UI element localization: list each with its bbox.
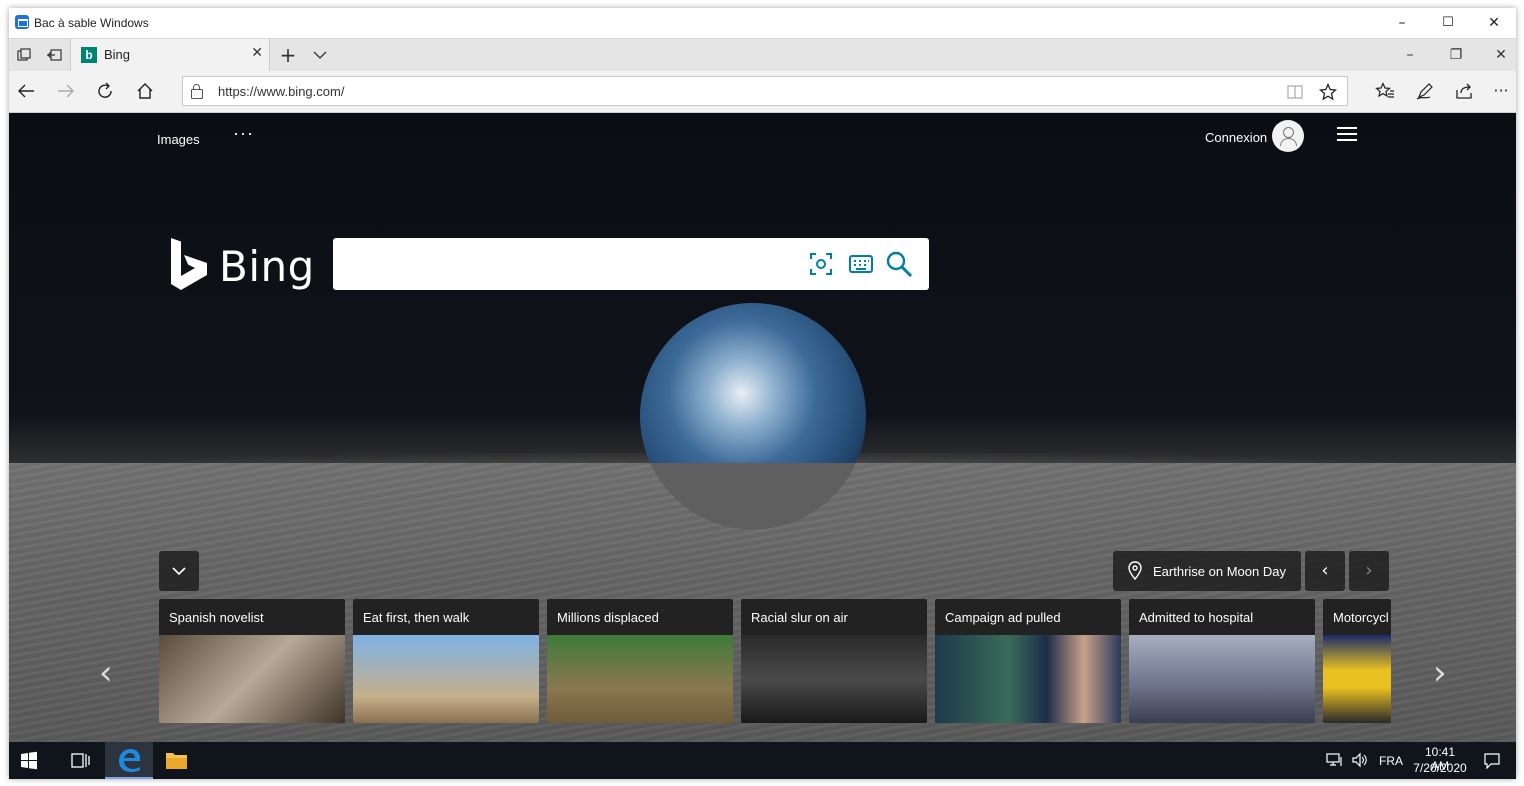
news-card-title: Admitted to hospital — [1139, 610, 1254, 625]
taskbar: FRA 10:41 AM 7/20/2020 — [9, 742, 1516, 779]
nav-images-link[interactable]: Images — [157, 132, 200, 147]
signin-link[interactable]: Connexion — [1205, 130, 1267, 145]
sandbox-minimize-button[interactable]: – — [1379, 8, 1425, 38]
bing-favicon-icon: b — [81, 47, 97, 63]
clock-date[interactable]: 7/20/2020 — [1412, 761, 1468, 775]
windows-logo-icon — [21, 751, 37, 770]
news-card-image — [935, 635, 1121, 723]
news-card-image — [1323, 635, 1391, 723]
news-card[interactable]: Campaign ad pulled — [935, 599, 1121, 723]
edge-taskbar-button[interactable] — [105, 742, 153, 779]
file-explorer-button[interactable] — [153, 742, 201, 779]
news-card-title: Racial slur on air — [751, 610, 848, 625]
input-language[interactable]: FRA — [1379, 754, 1403, 768]
news-card[interactable]: Spanish novelist — [159, 599, 345, 723]
browser-tab-strip: b Bing ✕ + – ❐ ✕ — [9, 39, 1516, 71]
sandbox-app-icon — [15, 15, 29, 29]
nav-more-icon[interactable]: ··· — [233, 123, 254, 144]
image-info-button[interactable]: Earthrise on Moon Day — [1113, 551, 1301, 591]
previous-image-button[interactable]: ‹ — [1305, 551, 1345, 591]
tabs-aside-icon[interactable] — [9, 39, 39, 71]
chevron-down-icon — [172, 567, 186, 576]
task-view-icon — [71, 753, 90, 768]
back-icon[interactable] — [9, 76, 43, 106]
notification-icon[interactable] — [1483, 752, 1501, 770]
sandbox-title-bar[interactable]: Bac à sable Windows – ☐ ✕ — [9, 8, 1516, 39]
forward-icon[interactable] — [49, 76, 83, 106]
address-bar[interactable]: https://www.bing.com/ — [182, 76, 1348, 106]
windows-sandbox-window: Bac à sable Windows – ☐ ✕ b Bing ✕ + – ❐… — [9, 8, 1516, 779]
share-icon[interactable] — [1447, 76, 1481, 106]
news-card[interactable]: Eat first, then walk — [353, 599, 539, 723]
news-card[interactable]: Admitted to hospital — [1129, 599, 1315, 723]
search-input[interactable] — [333, 238, 929, 290]
volume-icon[interactable] — [1351, 752, 1369, 768]
keyboard-icon[interactable] — [847, 250, 875, 278]
tab-bing[interactable]: b Bing ✕ — [70, 39, 270, 71]
news-card[interactable]: Millions displaced — [547, 599, 733, 723]
news-card-image — [547, 635, 733, 723]
news-card-title: Motorcycl — [1333, 610, 1389, 625]
search-icon[interactable] — [885, 250, 913, 278]
news-card-image — [159, 635, 345, 723]
news-card-title: Campaign ad pulled — [945, 610, 1061, 625]
home-icon[interactable] — [128, 76, 162, 106]
set-aside-icon[interactable] — [39, 39, 69, 71]
more-icon[interactable]: ··· — [1484, 76, 1516, 106]
browser-close-button[interactable]: ✕ — [1486, 39, 1516, 71]
news-card-image — [741, 635, 927, 723]
start-button[interactable] — [9, 742, 57, 779]
favorite-star-icon[interactable] — [1318, 80, 1338, 105]
task-view-button[interactable] — [57, 742, 105, 779]
favorites-icon[interactable] — [1368, 76, 1402, 106]
collapse-carousel-button[interactable] — [159, 551, 199, 591]
news-card-title: Eat first, then walk — [363, 610, 470, 625]
sandbox-close-button[interactable]: ✕ — [1471, 8, 1516, 38]
bing-wordmark: Bing — [219, 242, 315, 291]
browser-toolbar: https://www.bing.com/ ··· — [9, 71, 1516, 113]
browser-minimize-button[interactable]: – — [1395, 39, 1425, 71]
sandbox-maximize-button[interactable]: ☐ — [1425, 8, 1471, 38]
news-card-title: Spanish novelist — [169, 610, 264, 625]
browser-restore-button[interactable]: ❐ — [1441, 39, 1471, 71]
new-tab-button[interactable]: + — [273, 39, 303, 71]
carousel-left-arrow-icon[interactable]: ‹ — [99, 653, 113, 693]
bing-b-icon — [171, 238, 207, 290]
url-text[interactable]: https://www.bing.com/ — [218, 84, 344, 99]
news-card-image — [353, 635, 539, 723]
tab-title: Bing — [104, 47, 131, 62]
news-card-image — [1129, 635, 1315, 723]
news-card[interactable]: Motorcycl — [1323, 599, 1391, 723]
refresh-icon[interactable] — [88, 76, 122, 106]
image-title: Earthrise on Moon Day — [1153, 564, 1286, 579]
folder-icon — [166, 753, 187, 769]
carousel-right-arrow-icon[interactable]: › — [1433, 653, 1447, 693]
network-icon[interactable] — [1326, 752, 1344, 768]
lock-icon — [191, 84, 203, 99]
bing-homepage: Images ··· Connexion Bing Earthrise on M… — [9, 113, 1516, 742]
news-card[interactable]: Racial slur on air — [741, 599, 927, 723]
next-image-button[interactable]: › — [1349, 551, 1389, 591]
hamburger-menu-icon[interactable] — [1337, 127, 1357, 143]
notes-icon[interactable] — [1408, 76, 1442, 106]
news-card-title: Millions displaced — [557, 610, 659, 625]
avatar[interactable] — [1272, 120, 1304, 152]
earth-image — [640, 303, 866, 529]
bing-logo[interactable]: Bing — [169, 238, 314, 294]
tab-preview-chevron-icon[interactable] — [305, 39, 335, 71]
visual-search-icon[interactable] — [807, 250, 835, 278]
reading-view-icon[interactable] — [1287, 80, 1303, 104]
tab-close-icon[interactable]: ✕ — [251, 45, 263, 61]
edge-logo-icon — [119, 749, 140, 772]
location-pin-icon — [1128, 561, 1142, 581]
sandbox-title: Bac à sable Windows — [34, 16, 149, 30]
